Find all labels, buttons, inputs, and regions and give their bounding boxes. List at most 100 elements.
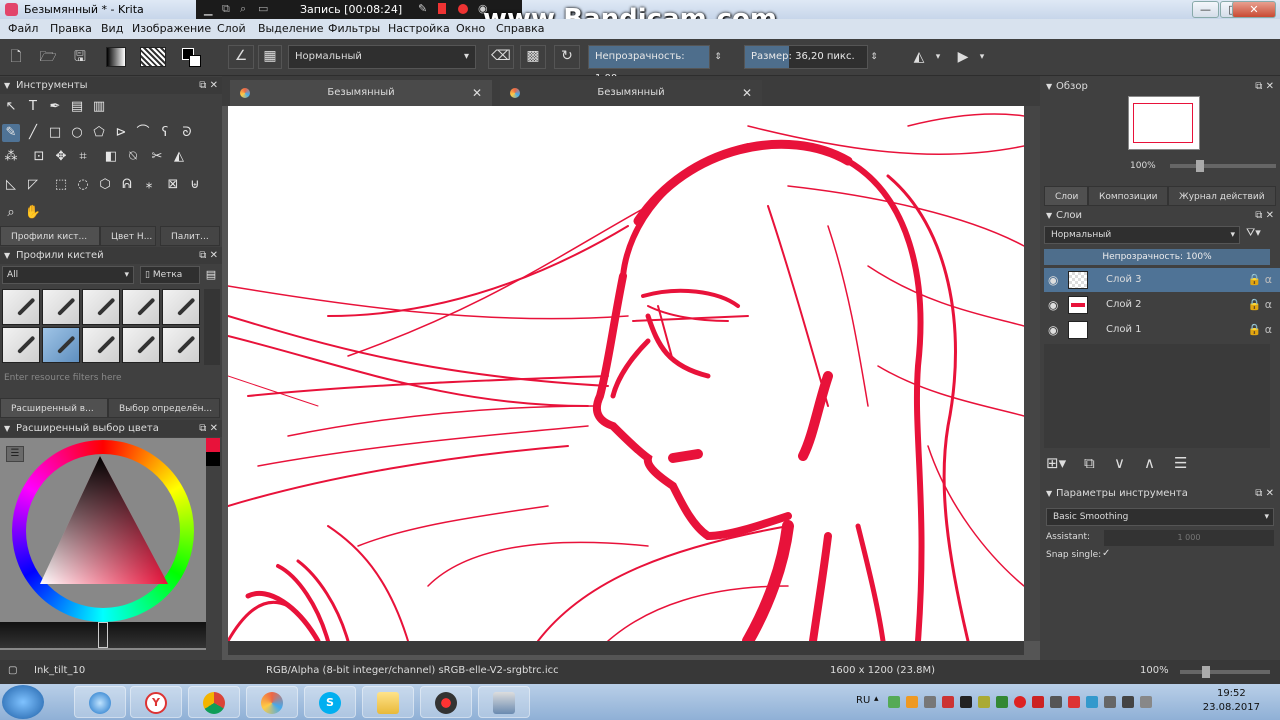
save-icon[interactable]: 🖫	[70, 47, 90, 67]
recorder-pencil-icon[interactable]: ✎	[418, 2, 427, 15]
zoom-slider[interactable]	[1180, 666, 1270, 678]
tray-expand-icon[interactable]: ▴	[874, 694, 879, 704]
gradient-tool-icon[interactable]: ◧	[102, 148, 120, 166]
tab-color-history[interactable]: Цвет Н...	[100, 226, 156, 246]
tab-layers[interactable]: Слои	[1044, 186, 1088, 206]
recorder-search-icon[interactable]: ⌕	[240, 2, 246, 16]
tray-monitor-icon[interactable]	[1086, 696, 1098, 708]
assistant-tool-icon[interactable]: ◺	[2, 176, 20, 194]
chevron-down-icon[interactable]: ▾	[976, 47, 988, 67]
document-tab-2[interactable]: Безымянный ✕	[500, 80, 762, 106]
smart-patch-icon[interactable]: ✂	[148, 148, 166, 166]
reload-preset-icon[interactable]: ↻	[554, 45, 580, 69]
multibrush-icon[interactable]: ⁂	[2, 148, 20, 166]
calligraphy-icon[interactable]: ▤	[68, 98, 86, 116]
brush-grid-icon[interactable]: ▦	[258, 45, 282, 69]
brush-preset-3[interactable]	[82, 289, 120, 325]
tray-green-icon[interactable]	[996, 696, 1008, 708]
taskbar-krita[interactable]	[246, 686, 298, 718]
brush-tag-button[interactable]: ▯ Метка	[140, 266, 200, 284]
taskbar-app[interactable]	[478, 686, 530, 718]
canvas-horizontal-scrollbar[interactable]	[228, 641, 1024, 655]
resource-filter-input[interactable]: Enter resource filters here	[4, 373, 122, 383]
taskbar-bandicam[interactable]	[420, 686, 472, 718]
overview-zoom-slider[interactable]	[1170, 160, 1276, 172]
gradient-swatch[interactable]	[106, 47, 126, 67]
size-spin-icon[interactable]: ⇕	[868, 47, 880, 67]
tab-specific-color[interactable]: Выбор определён...	[108, 398, 220, 418]
menu-file[interactable]: Файл	[8, 22, 38, 35]
menu-view[interactable]: Вид	[101, 22, 123, 35]
magic-wand-icon[interactable]: ⁎	[140, 176, 158, 194]
add-layer-icon[interactable]: ⊞▾	[1046, 454, 1066, 472]
tray-mail-icon[interactable]	[960, 696, 972, 708]
fg-bg-color-icon[interactable]	[180, 47, 204, 67]
tray-battery-icon[interactable]	[1122, 696, 1134, 708]
menu-edit[interactable]: Правка	[50, 22, 92, 35]
menu-help[interactable]: Справка	[496, 22, 544, 35]
language-indicator[interactable]: RU	[856, 695, 870, 706]
eraser-icon[interactable]: ⌫	[488, 45, 514, 69]
opacity-spin-icon[interactable]: ⇕	[712, 47, 724, 67]
document-tab-1[interactable]: Безымянный ✕	[230, 80, 492, 106]
recorder-minimize-icon[interactable]: ▁	[204, 3, 212, 16]
brush-tool-icon[interactable]: ✎	[2, 124, 20, 142]
blend-mode-select[interactable]: Нормальный ▾	[288, 45, 476, 69]
layer-opacity-slider[interactable]: Непрозрачность: 100%	[1044, 249, 1270, 265]
open-folder-icon[interactable]: 🗁	[38, 47, 58, 67]
similar-select-icon[interactable]: ⊠	[164, 176, 182, 194]
bezier-select-icon[interactable]: ⊎	[186, 176, 204, 194]
pattern-swatch[interactable]	[140, 47, 166, 67]
menu-window[interactable]: Окно	[456, 22, 485, 35]
brush-preset-6[interactable]	[2, 327, 40, 363]
taskbar-skype[interactable]: S	[304, 686, 356, 718]
brush-preset-4[interactable]	[122, 289, 160, 325]
dynamic-brush-icon[interactable]: ᘐ	[178, 124, 196, 142]
mirror-vertical-icon[interactable]: ▶	[950, 47, 976, 67]
layer-row[interactable]: ◉ Слой 1 🔒 α	[1044, 318, 1280, 342]
taskbar-chrome[interactable]	[188, 686, 240, 718]
menu-image[interactable]: Изображение	[132, 22, 211, 35]
size-slider[interactable]: Размер: 36,20 пикс.	[744, 45, 868, 69]
recorder-pause-icon[interactable]	[438, 3, 446, 14]
snap-single-checkbox[interactable]: ✓	[1102, 548, 1110, 559]
tray-record-icon[interactable]	[1014, 696, 1026, 708]
brush-preset-1[interactable]	[2, 289, 40, 325]
ellipse-tool-icon[interactable]: ○	[68, 124, 86, 142]
rect-select-icon[interactable]: ⬚	[52, 176, 70, 194]
layer-properties-icon[interactable]: ☰	[1174, 454, 1187, 472]
tray-flag-icon[interactable]	[1068, 696, 1080, 708]
brush-view-icon[interactable]: ▤	[202, 266, 220, 284]
brush-preset-5[interactable]	[162, 289, 200, 325]
layer-blend-mode-select[interactable]: Нормальный ▾	[1044, 226, 1240, 244]
text-tool-icon[interactable]: T	[24, 98, 42, 116]
freehand-select-icon[interactable]: ᕱ	[118, 176, 136, 194]
crop-select-icon[interactable]: ⊡	[30, 148, 48, 166]
taskbar-explorer[interactable]	[362, 686, 414, 718]
tray-misc-icon[interactable]	[1140, 696, 1152, 708]
color-swatch-pair[interactable]	[206, 438, 220, 466]
color-picker-icon[interactable]: ⍉	[124, 148, 142, 166]
polyline-tool-icon[interactable]: ⊳	[112, 124, 130, 142]
tray-app-icon[interactable]	[906, 696, 918, 708]
brush-tag-filter[interactable]: All ▾	[2, 266, 134, 284]
menu-filter[interactable]: Фильтры	[328, 22, 380, 35]
taskbar-ie[interactable]	[74, 686, 126, 718]
brush-preset-9[interactable]	[122, 327, 160, 363]
new-document-icon[interactable]: 🗋	[6, 47, 26, 67]
edit-shapes-icon[interactable]: ✒	[46, 98, 64, 116]
tab-brush-presets[interactable]: Профили кист...	[0, 226, 100, 246]
freehand-path-icon[interactable]: ʕ	[156, 124, 174, 142]
tray-network-icon[interactable]	[924, 696, 936, 708]
brush-scrollbar[interactable]	[204, 289, 220, 365]
move-layer-down-icon[interactable]: ∨	[1114, 454, 1125, 472]
assistant-slider[interactable]: 1 000	[1104, 530, 1274, 546]
polygon-select-icon[interactable]: ⬡	[96, 176, 114, 194]
color-history-strip[interactable]	[0, 622, 206, 648]
layer-filter-icon[interactable]: ⛛▾	[1246, 226, 1261, 240]
move-tool-icon[interactable]: ✥	[52, 148, 70, 166]
pattern-icon[interactable]: ▥	[90, 98, 108, 116]
recorder-screen-icon[interactable]: ▭	[258, 2, 268, 15]
tray-shield-icon[interactable]	[888, 696, 900, 708]
rectangle-tool-icon[interactable]: □	[46, 124, 64, 142]
